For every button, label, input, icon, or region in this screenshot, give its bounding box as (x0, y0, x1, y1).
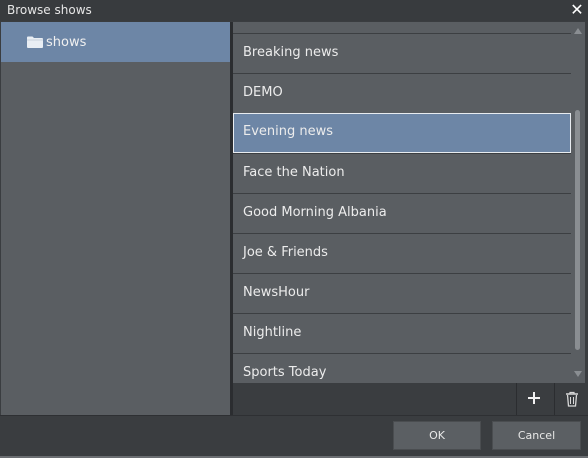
list-item[interactable]: Good Morning Albania (233, 193, 571, 233)
list-item[interactable]: NewsHour (233, 273, 571, 313)
add-show-button[interactable] (516, 383, 551, 415)
close-icon[interactable]: ✕ (569, 1, 585, 19)
list-item-label: Joe & Friends (243, 245, 328, 260)
delete-show-button[interactable] (554, 383, 588, 415)
list-item-selected[interactable]: Evening news (233, 113, 571, 153)
list-toolbar (233, 383, 588, 415)
folder-icon (27, 36, 43, 48)
list-item[interactable]: Sports Today (233, 353, 571, 383)
shows-list: Breaking news DEMO Evening news Face the… (233, 22, 571, 383)
scrollbar-thumb[interactable] (575, 110, 580, 350)
list-item-label: Nightline (243, 325, 302, 340)
tree-item-label: shows (46, 35, 87, 50)
trash-icon (566, 391, 578, 407)
cancel-button[interactable]: Cancel (492, 421, 581, 450)
list-item-label: Sports Today (243, 365, 327, 380)
scroll-up-arrow-icon[interactable] (573, 26, 583, 36)
list-item[interactable]: Face the Nation (233, 153, 571, 193)
list-item-label: Face the Nation (243, 165, 345, 180)
title-bar: Browse shows ✕ (0, 0, 588, 21)
list-item[interactable]: DEMO (233, 73, 571, 113)
ok-button[interactable]: OK (393, 421, 481, 450)
browse-shows-dialog: Browse shows ✕ shows Breaking news DEMO … (0, 0, 588, 458)
shows-list-items: Breaking news DEMO Evening news Face the… (233, 33, 571, 383)
list-item[interactable]: Nightline (233, 313, 571, 353)
list-item-label: Good Morning Albania (243, 205, 387, 220)
list-item-label: Breaking news (243, 45, 339, 60)
dialog-title: Browse shows (7, 3, 92, 17)
list-item-label: Evening news (243, 124, 334, 139)
list-item[interactable]: Breaking news (233, 33, 571, 73)
vertical-scrollbar[interactable] (571, 22, 585, 383)
list-item-label: DEMO (243, 85, 283, 100)
tree-item-shows[interactable]: shows (1, 22, 230, 62)
scroll-down-arrow-icon[interactable] (573, 369, 583, 379)
folder-tree: shows (1, 22, 230, 415)
list-item[interactable]: Joe & Friends (233, 233, 571, 273)
list-item-label: NewsHour (243, 285, 310, 300)
plus-icon (528, 392, 540, 404)
dialog-footer: OK Cancel (0, 415, 588, 458)
